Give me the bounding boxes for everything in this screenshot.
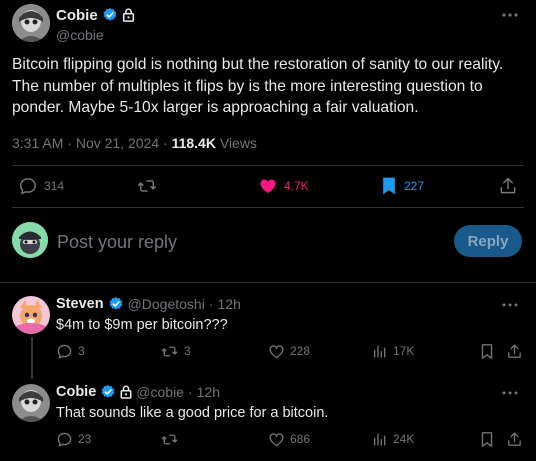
reply-author-handle[interactable]: @Dogetoshi <box>128 296 205 312</box>
divider <box>12 207 524 208</box>
avatar[interactable] <box>12 384 50 422</box>
repost-action[interactable] <box>160 428 184 450</box>
lock-icon <box>122 8 134 22</box>
reply-action[interactable]: 314 <box>18 168 64 204</box>
divider <box>12 165 524 166</box>
bookmark-action[interactable] <box>480 428 494 450</box>
tweet-time[interactable]: 3:31 AM <box>12 135 63 151</box>
lock-icon <box>120 385 132 399</box>
reply-time[interactable]: 12h <box>197 384 220 400</box>
views-action[interactable]: 24K <box>372 428 414 450</box>
tweet-header: Cobie @cobie <box>12 4 524 44</box>
tweet-date[interactable]: Nov 21, 2024 <box>76 135 159 151</box>
reply-time[interactable]: 12h <box>218 296 241 312</box>
more-options-icon[interactable] <box>500 298 520 312</box>
repost-action[interactable] <box>136 168 164 204</box>
bookmark-action[interactable]: 227 <box>380 168 424 204</box>
repost-count: 3 <box>184 344 191 358</box>
avatar[interactable] <box>12 4 50 42</box>
reply-icon <box>57 344 72 359</box>
share-icon <box>508 431 521 446</box>
share-icon <box>508 343 521 358</box>
meta-separator: · <box>187 384 193 400</box>
views-action[interactable]: 17K <box>372 340 414 362</box>
reply-actions: 23 686 24K <box>56 428 524 450</box>
verified-badge-icon <box>109 297 122 310</box>
heart-filled-icon <box>260 179 276 194</box>
reply-icon <box>57 432 72 447</box>
reply-author-name[interactable]: Cobie <box>56 384 96 400</box>
like-count: 686 <box>290 432 311 446</box>
author-name[interactable]: Cobie <box>56 7 98 24</box>
reply-author-handle[interactable]: @cobie <box>136 384 184 400</box>
reply-button[interactable]: Reply <box>454 225 522 257</box>
analytics-icon <box>374 345 386 358</box>
reply-author-name[interactable]: Steven <box>56 296 104 312</box>
tweet-text: Bitcoin flipping gold is nothing but the… <box>12 56 504 116</box>
share-action[interactable] <box>498 168 518 204</box>
heart-icon <box>269 432 284 446</box>
avatar[interactable] <box>12 296 50 334</box>
divider <box>0 282 536 283</box>
share-icon <box>500 177 516 194</box>
bookmark-icon <box>481 343 493 359</box>
like-action[interactable]: 4.7K <box>258 168 309 204</box>
views-label: Views <box>219 135 257 151</box>
bookmark-filled-icon <box>383 177 395 195</box>
meta-separator: · <box>208 296 214 312</box>
views-count: 17K <box>393 344 415 358</box>
reply-text: That sounds like a good price for a bitc… <box>56 405 329 421</box>
reply-actions: 3 3 228 17K <box>56 340 524 362</box>
reply-count: 3 <box>78 344 85 358</box>
reply-text: $4m to $9m per bitcoin??? <box>56 317 228 333</box>
repost-icon <box>161 434 178 444</box>
repost-icon <box>161 346 178 356</box>
reply-icon <box>20 178 36 195</box>
reply-input[interactable] <box>57 230 437 254</box>
tweet-actions: 314 4.7K 227 <box>12 168 524 204</box>
reply-count: 23 <box>78 432 92 446</box>
bookmark-count: 227 <box>404 179 425 193</box>
share-action[interactable] <box>506 340 523 362</box>
reply-action[interactable]: 3 <box>56 340 85 362</box>
avatar <box>12 222 48 258</box>
share-action[interactable] <box>506 428 523 450</box>
views-count: 24K <box>393 432 415 446</box>
repost-action[interactable]: 3 <box>160 340 191 362</box>
verified-badge-icon <box>103 8 117 21</box>
more-options-icon[interactable] <box>500 8 520 22</box>
verified-badge-icon <box>101 385 115 398</box>
bookmark-icon <box>481 431 493 447</box>
more-options-icon[interactable] <box>500 386 520 400</box>
reply-composer: Reply <box>12 222 522 262</box>
reply-item[interactable]: Steven @Dogetoshi · 12h $4m to $9m per b… <box>12 296 524 368</box>
author-handle[interactable]: @cobie <box>56 27 135 43</box>
views-count: 118.4K <box>171 135 216 151</box>
bookmark-action[interactable] <box>480 340 494 362</box>
like-count: 228 <box>290 344 311 358</box>
thread-connector <box>31 337 33 379</box>
repost-icon <box>137 180 157 192</box>
like-count: 4.7K <box>284 179 309 193</box>
analytics-icon <box>374 433 386 446</box>
reply-count: 314 <box>44 179 65 193</box>
like-action[interactable]: 686 <box>268 428 310 450</box>
reply-action[interactable]: 23 <box>56 428 91 450</box>
tweet-meta: 3:31 AM · Nov 21, 2024 · 118.4K Views <box>12 135 257 151</box>
heart-icon <box>269 344 284 358</box>
like-action[interactable]: 228 <box>268 340 310 362</box>
reply-item[interactable]: Cobie @cobie · 12h That sounds like a go… <box>12 384 524 456</box>
